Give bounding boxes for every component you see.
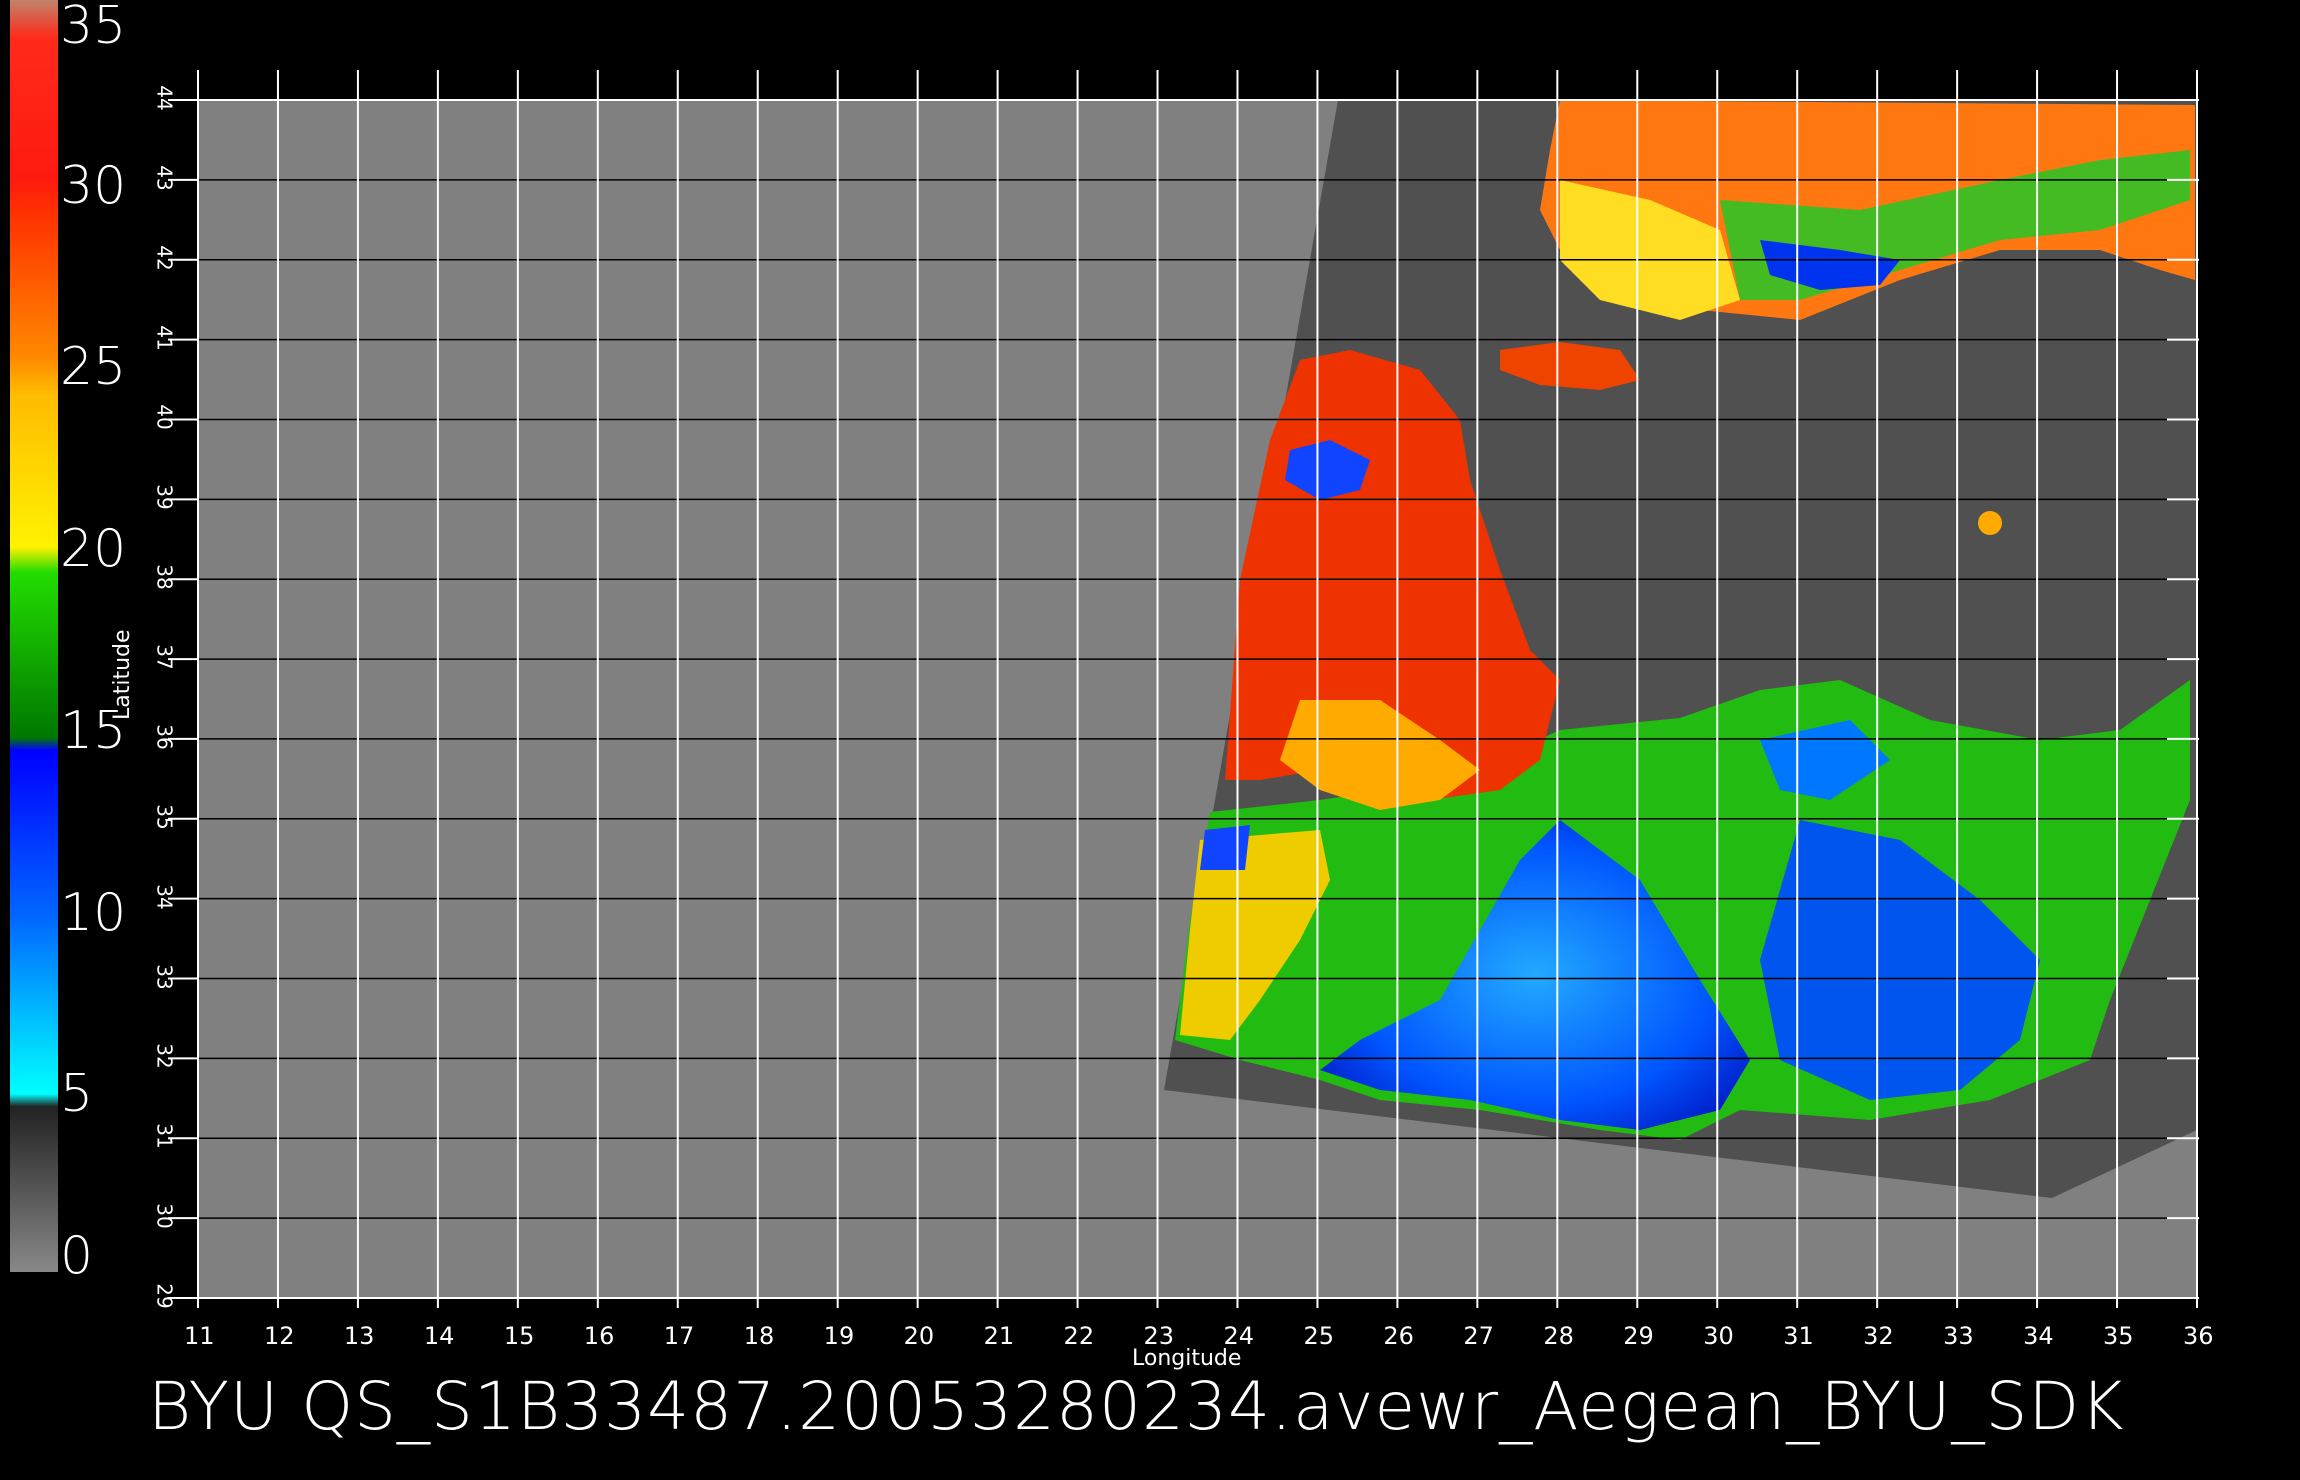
colorbar-label: 20 [60, 519, 127, 580]
x-tick-label: 22 [1063, 1322, 1095, 1350]
y-tick-label: 40 [152, 404, 177, 431]
y-tick-label: 31 [152, 1123, 177, 1149]
x-tick-label: 13 [343, 1322, 375, 1350]
x-tick-label: 29 [1623, 1322, 1654, 1350]
x-tick-label: 18 [743, 1322, 775, 1350]
x-tick-label: 28 [1543, 1322, 1574, 1350]
x-tick-label: 17 [663, 1322, 695, 1350]
x-tick-label: 14 [423, 1322, 455, 1350]
y-tick-label: 39 [152, 484, 177, 511]
y-tick-label: 33 [152, 963, 177, 990]
x-tick-label: 21 [983, 1322, 1015, 1350]
x-tick-label: 32 [1863, 1322, 1894, 1350]
x-tick-label: 34 [2023, 1322, 2054, 1350]
y-tick-label: 35 [152, 804, 177, 830]
colorbar-label: 5 [60, 1064, 94, 1125]
x-tick-label: 35 [2103, 1322, 2134, 1350]
y-tick-label: 32 [152, 1043, 177, 1070]
y-tick-label: 29 [152, 1283, 177, 1309]
x-tick-label: 25 [1303, 1322, 1334, 1350]
y-tick-label: 44 [152, 85, 177, 111]
colorbar-label: 25 [60, 337, 127, 398]
y-tick-label: 30 [152, 1203, 177, 1229]
y-tick-label: 41 [152, 324, 177, 351]
y-tick-label: 43 [152, 165, 177, 191]
image-title: BYU QS_S1B33487.20053280234.avewr_Aegean… [148, 1368, 2125, 1445]
x-tick-label: 27 [1463, 1322, 1494, 1350]
y-tick-label: 37 [152, 644, 177, 670]
wind-field-islet [1978, 511, 2002, 535]
x-tick-label: 30 [1703, 1322, 1734, 1350]
x-tick-label: 11 [184, 1322, 215, 1350]
x-tick-label: 36 [2183, 1322, 2214, 1350]
x-tick-label: 20 [903, 1322, 935, 1350]
y-axis-label: Latitude [110, 629, 135, 720]
x-tick-label: 16 [583, 1322, 615, 1350]
map-figure: 35 30 25 20 15 10 5 0 11 12 13 14 15 16 17 18 19 20 21 22 2… [0, 0, 2300, 1480]
colorbar-label: 10 [60, 882, 127, 943]
map-canvas [10, 0, 2229, 1308]
x-tick-label: 31 [1783, 1322, 1814, 1350]
x-tick-label: 19 [823, 1322, 855, 1350]
y-tick-label: 38 [152, 564, 177, 590]
y-tick-label: 42 [152, 244, 177, 271]
colorbar-label: 35 [60, 0, 127, 56]
x-tick-label: 15 [503, 1322, 535, 1350]
colorbar-label: 30 [60, 155, 127, 216]
y-tick-label: 36 [152, 724, 177, 750]
wind-field-west-strip [1200, 825, 1250, 870]
x-tick-label: 26 [1383, 1322, 1414, 1350]
colorbar-label: 0 [60, 1226, 94, 1286]
y-tick-label: 34 [152, 883, 177, 910]
x-tick-label: 12 [263, 1322, 295, 1350]
colorbar [10, 0, 58, 1272]
x-tick-label: 33 [1943, 1322, 1974, 1350]
